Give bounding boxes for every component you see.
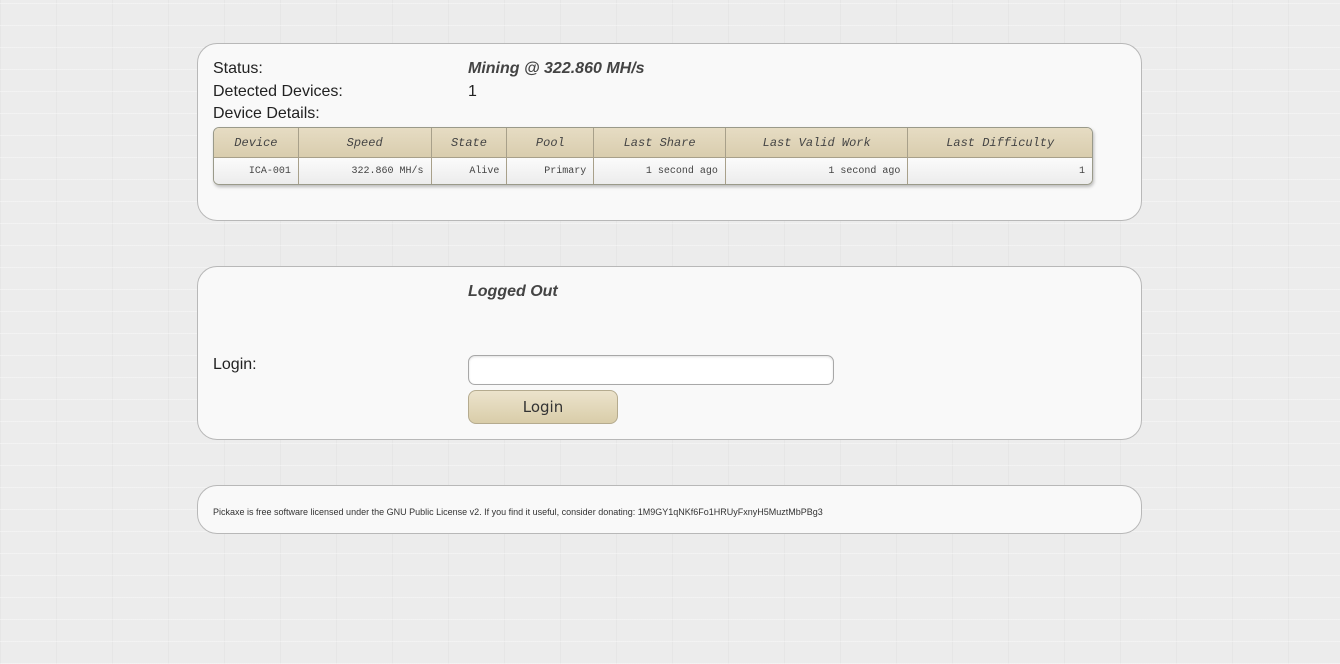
cell-last-share: 1 second ago <box>594 158 726 184</box>
column-header-last-difficulty: Last Difficulty <box>908 128 1092 158</box>
column-header-device: Device <box>214 128 299 158</box>
license-footer-text: Pickaxe is free software licensed under … <box>213 507 823 517</box>
device-details-label: Device Details: <box>213 105 320 122</box>
detected-devices-value: 1 <box>468 83 477 100</box>
column-header-pool: Pool <box>507 128 595 158</box>
column-header-speed: Speed <box>298 128 432 158</box>
column-header-last-valid-work: Last Valid Work <box>725 128 909 158</box>
cell-device: ICA-001 <box>214 158 299 184</box>
table-row: ICA-001 322.860 MH/s Alive Primary 1 sec… <box>214 158 1092 184</box>
cell-last-difficulty: 1 <box>908 158 1092 184</box>
login-panel: Logged Out Login: Login <box>197 266 1142 440</box>
cell-pool: Primary <box>507 158 595 184</box>
status-value: Mining @ 322.860 MH/s <box>468 60 645 77</box>
status-label: Status: <box>213 60 263 77</box>
table-header-row: Device Speed State Pool Last Share Last … <box>214 128 1092 158</box>
cell-last-valid-work: 1 second ago <box>725 158 909 184</box>
cell-state: Alive <box>431 158 508 184</box>
login-label: Login: <box>213 356 257 373</box>
login-button[interactable]: Login <box>468 390 618 424</box>
device-table: Device Speed State Pool Last Share Last … <box>213 127 1093 185</box>
status-panel: Status: Mining @ 322.860 MH/s Detected D… <box>197 43 1142 221</box>
cell-speed: 322.860 MH/s <box>298 158 432 184</box>
login-input[interactable] <box>468 355 834 385</box>
footer-panel: Pickaxe is free software licensed under … <box>197 485 1142 534</box>
column-header-last-share: Last Share <box>594 128 726 158</box>
column-header-state: State <box>431 128 508 158</box>
detected-devices-label: Detected Devices: <box>213 83 343 100</box>
login-state: Logged Out <box>468 283 558 300</box>
